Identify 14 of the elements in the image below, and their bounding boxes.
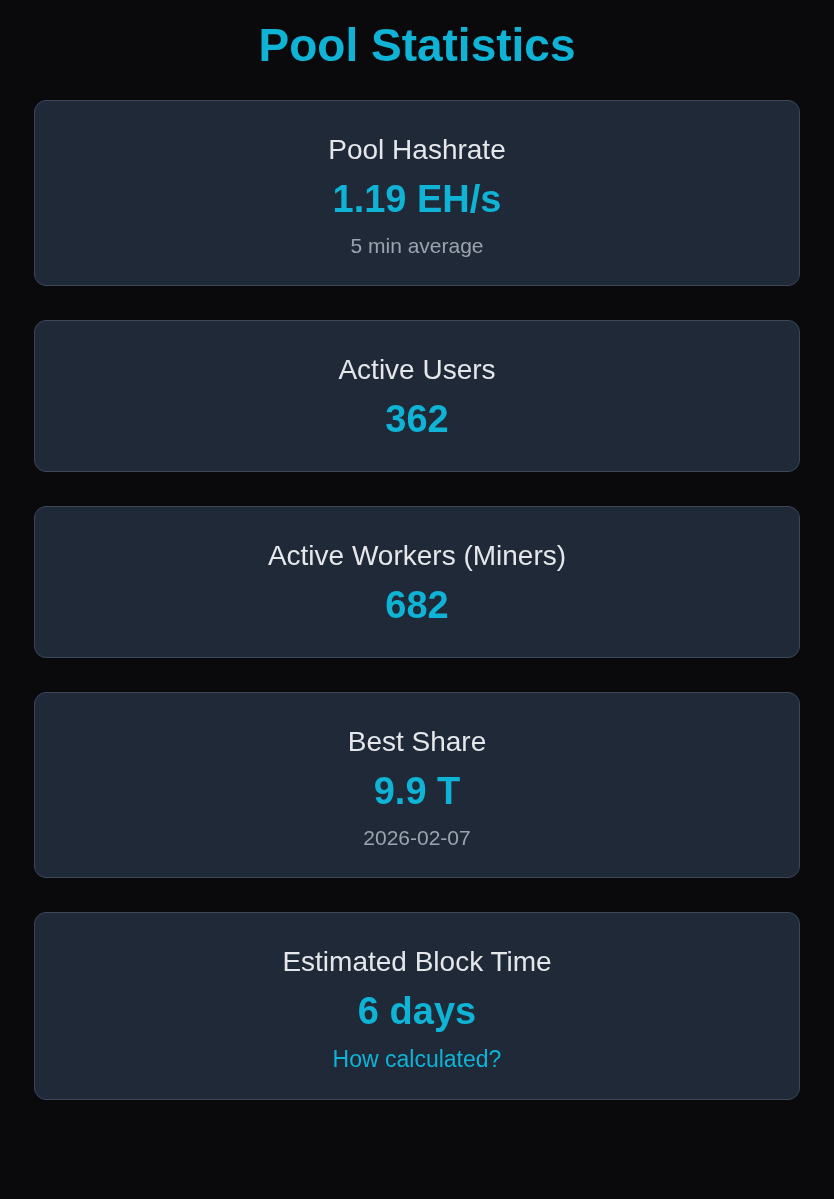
stat-label: Active Workers (Miners)	[267, 539, 567, 573]
stat-value: 9.9 T	[373, 769, 461, 814]
stat-value: 6 days	[357, 989, 477, 1034]
stat-value: 362	[385, 397, 449, 442]
page-title: Pool Statistics	[257, 18, 577, 73]
stat-label: Best Share	[347, 725, 487, 759]
stat-label: Estimated Block Time	[282, 945, 552, 979]
stat-label: Active Users	[338, 353, 496, 387]
info-link[interactable]: How calculated?	[332, 1043, 502, 1075]
stat-note: 5 min average	[350, 233, 484, 259]
stat-value: 1.19 EH/s	[332, 177, 502, 222]
stat-note: 2026-02-07	[363, 825, 471, 851]
stat-label: Pool Hashrate	[328, 133, 506, 167]
stat-value: 682	[385, 583, 449, 628]
